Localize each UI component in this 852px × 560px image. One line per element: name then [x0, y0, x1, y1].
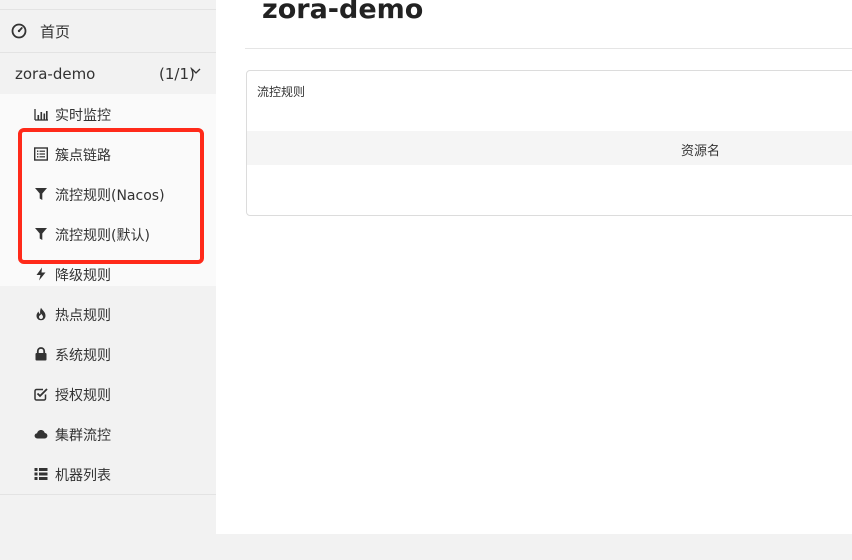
rules-panel: 流控规则 资源名 — [246, 70, 852, 216]
app-group-toggle[interactable]: zora-demo (1/1) — [0, 62, 216, 88]
sidebar-item-label: 集群流控 — [55, 428, 111, 444]
sidebar-item-param-flow[interactable]: 热点规则 — [0, 294, 216, 334]
sidebar-item-system[interactable]: 系统规则 — [0, 334, 216, 374]
sidebar-item-label: 系统规则 — [55, 348, 111, 364]
sidebar-item-machines[interactable]: 机器列表 — [0, 454, 216, 494]
annotation-highlight-box — [18, 128, 204, 264]
chevron-down-icon — [191, 68, 201, 74]
sidebar-item-label: 实时监控 — [55, 108, 111, 124]
sidebar-item-home[interactable]: 首页 — [0, 10, 216, 52]
sidebar-item-cluster[interactable]: 集群流控 — [0, 414, 216, 454]
sidebar-item-label: 热点规则 — [55, 308, 111, 324]
sidebar-item-label: 降级规则 — [55, 268, 111, 284]
sidebar-item-label: 机器列表 — [55, 468, 111, 484]
divider — [0, 52, 216, 53]
app-instance-count: (1/1) — [159, 65, 195, 83]
flash-icon — [36, 267, 46, 281]
main-content: zora-demo 流控规则 资源名 — [216, 0, 852, 534]
divider — [245, 48, 852, 49]
fire-icon — [36, 307, 46, 321]
th-list-icon — [34, 468, 48, 480]
page-title: zora-demo — [262, 0, 424, 25]
cloud-icon — [34, 430, 48, 439]
sidebar-item-label: 首页 — [40, 23, 71, 41]
sidebar-item-label: 授权规则 — [55, 388, 111, 404]
table-header-row: 资源名 — [247, 131, 852, 165]
sidebar: 首页 zora-demo (1/1) 实时监控 簇点链路 流控规则(Nacos)… — [0, 0, 216, 560]
bar-chart-icon — [34, 109, 48, 121]
check-square-icon — [34, 388, 48, 401]
app-name: zora-demo — [15, 65, 96, 83]
panel-title: 流控规则 — [257, 85, 306, 99]
sidebar-item-authority[interactable]: 授权规则 — [0, 374, 216, 414]
lock-icon — [35, 347, 47, 361]
divider — [0, 494, 216, 495]
table-header-resource: 资源名 — [681, 144, 721, 159]
dashboard-icon — [11, 23, 27, 39]
